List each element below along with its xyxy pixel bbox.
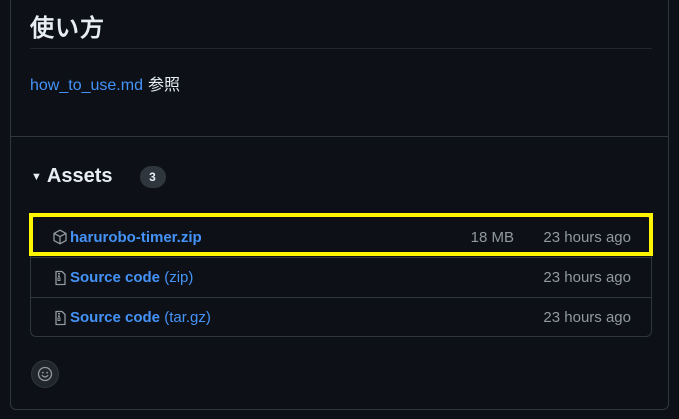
asset-row-source-code-zip: Source code (zip) 23 hours ago — [31, 257, 651, 297]
asset-size: 18 MB — [470, 228, 514, 246]
asset-timestamp: 23 hours ago — [543, 269, 631, 286]
asset-name: harurobo-timer.zip — [70, 228, 202, 246]
asset-row-source-code-targz: Source code (tar.gz) 23 hours ago — [31, 297, 651, 337]
asset-format: (tar.gz) — [160, 309, 211, 326]
heading-divider — [30, 48, 652, 49]
asset-timestamp: 23 hours ago — [543, 228, 631, 246]
section-divider — [11, 136, 668, 137]
release-body-text: how_to_use.md 参照 — [30, 75, 180, 96]
asset-name: Source code — [70, 309, 161, 326]
assets-title: Assets — [46, 165, 113, 187]
assets-toggle[interactable]: ▼ Assets 3 — [31, 165, 166, 188]
release-section-heading: 使い方 — [30, 14, 105, 42]
package-icon — [52, 229, 68, 245]
file-zip-icon — [52, 310, 68, 326]
asset-name: Source code — [70, 269, 161, 286]
source-code-targz-link[interactable]: Source code (tar.gz) — [70, 309, 211, 326]
triangle-down-icon: ▼ — [31, 171, 42, 183]
reference-text: 参照 — [142, 75, 181, 94]
asset-row-harurobo-timer-zip: harurobo-timer.zip 18 MB 23 hours ago — [31, 217, 651, 257]
asset-download-link[interactable]: harurobo-timer.zip — [70, 229, 202, 246]
file-zip-icon — [52, 270, 68, 286]
release-card: 使い方 how_to_use.md 参照 ▼ Assets 3 harurobo… — [10, 0, 669, 410]
assets-count-badge: 3 — [139, 165, 166, 188]
asset-timestamp: 23 hours ago — [543, 309, 631, 326]
smiley-icon — [37, 366, 53, 382]
assets-list: harurobo-timer.zip 18 MB 23 hours ago So… — [30, 216, 652, 337]
asset-format: (zip) — [160, 269, 194, 286]
source-code-zip-link[interactable]: Source code (zip) — [70, 269, 193, 286]
add-reaction-button[interactable] — [31, 360, 59, 388]
how-to-use-link[interactable]: how_to_use.md — [30, 77, 143, 94]
